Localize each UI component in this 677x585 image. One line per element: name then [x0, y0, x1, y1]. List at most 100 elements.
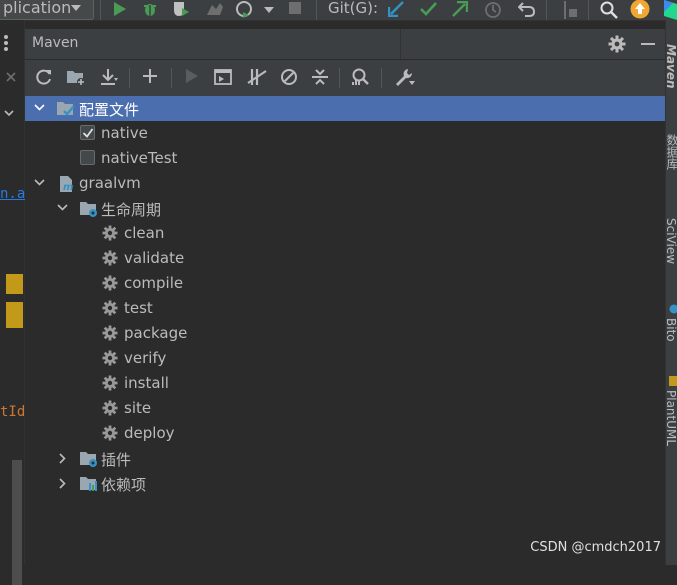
main-toolbar: plication Git(G): — [0, 0, 677, 21]
gear-icon — [102, 325, 118, 341]
add-folder-icon[interactable] — [66, 68, 86, 86]
collapse-all-icon[interactable] — [311, 68, 329, 86]
tree-node-goal-deploy[interactable]: deploy — [25, 421, 665, 446]
close-icon[interactable] — [6, 72, 16, 82]
debug-icon[interactable] — [142, 1, 158, 17]
search-icon[interactable] — [600, 1, 618, 19]
chevron-down-icon[interactable] — [57, 204, 68, 211]
tree-node-profile[interactable]: nativeTest — [25, 146, 665, 171]
tree-node-goal-package[interactable]: package — [25, 321, 665, 346]
maven-project-icon: m — [58, 175, 76, 193]
chevron-down-icon[interactable] — [264, 7, 274, 13]
plantuml-icon — [669, 376, 677, 386]
dependencies-folder-icon — [79, 475, 99, 493]
tree-node-label: 生命周期 — [101, 199, 161, 220]
gear-icon — [102, 400, 118, 416]
settings-wrench-icon[interactable] — [394, 68, 416, 88]
right-tool-window-stripe: Maven 数据库 SciView Bito PlantUML — [665, 20, 677, 565]
tree-node-goal-compile[interactable]: compile — [25, 271, 665, 296]
gear-icon — [102, 300, 118, 316]
git-commit-icon[interactable] — [420, 1, 438, 17]
toggle-offline-icon[interactable] — [247, 68, 267, 86]
header-divider — [400, 29, 401, 59]
tree-node-label: validate — [124, 249, 184, 267]
toolbar-divider — [546, 0, 547, 20]
editor-gutter: n.a tId — [0, 20, 25, 565]
tool-tab-sciview[interactable]: SciView — [665, 218, 677, 264]
tree-node-label: verify — [124, 349, 166, 367]
lifecycle-folder-icon — [79, 200, 99, 218]
tree-node-goal-install[interactable]: install — [25, 371, 665, 396]
tree-node-label: deploy — [124, 424, 175, 442]
tree-node-goal-test[interactable]: test — [25, 296, 665, 321]
gear-icon — [102, 375, 118, 391]
chevron-down-icon[interactable] — [4, 110, 14, 117]
profile-checkbox[interactable] — [80, 125, 95, 140]
git-push-icon[interactable] — [452, 1, 468, 17]
toolbar-divider — [171, 68, 172, 88]
tree-node-label: 配置文件 — [79, 99, 139, 120]
execute-goal-icon[interactable] — [214, 68, 232, 86]
maven-panel-header: Maven — [25, 29, 665, 59]
tool-tab-database[interactable]: 数据库 — [665, 134, 677, 170]
tool-tab-bito[interactable]: Bito — [665, 318, 677, 342]
git-update-icon[interactable] — [388, 1, 404, 17]
tree-node-label: site — [124, 399, 151, 417]
tool-tab-plantuml[interactable]: PlantUML — [665, 390, 677, 446]
tree-node-goal-site[interactable]: site — [25, 396, 665, 421]
tree-node-label: 依赖项 — [101, 474, 146, 495]
plus-icon[interactable] — [142, 68, 158, 84]
profile-icon[interactable] — [206, 1, 224, 17]
jetbrains-icon[interactable] — [664, 0, 677, 20]
rollback-icon[interactable] — [518, 1, 536, 17]
chevron-down-icon[interactable] — [34, 179, 45, 186]
editor-highlight-marker — [6, 274, 23, 294]
svg-text:m: m — [63, 182, 73, 193]
tree-node-label: clean — [124, 224, 164, 242]
chevron-down-icon — [71, 5, 81, 11]
tree-node-project[interactable]: m graalvm — [25, 171, 665, 196]
profile-checkbox[interactable] — [80, 150, 95, 165]
run-with-icon[interactable] — [236, 1, 254, 19]
toolbar-divider — [129, 68, 130, 88]
history-icon[interactable] — [484, 1, 502, 19]
tree-node-plugins[interactable]: 插件 — [25, 446, 665, 471]
run-configuration-selector[interactable]: plication — [0, 0, 94, 20]
stop-icon[interactable] — [288, 1, 302, 15]
run-icon[interactable] — [112, 1, 128, 17]
chevron-down-icon[interactable] — [34, 104, 45, 111]
tree-node-profiles[interactable]: 配置文件 — [25, 96, 665, 121]
editor-code-fragment: tId — [0, 404, 25, 420]
tree-node-label: graalvm — [79, 174, 141, 192]
tree-node-dependencies[interactable]: 依赖项 — [25, 471, 665, 496]
tree-node-label: compile — [124, 274, 183, 292]
editor-highlight-marker — [6, 302, 23, 328]
toolbar-divider — [381, 68, 382, 88]
minimize-icon[interactable] — [641, 43, 655, 45]
gear-icon — [102, 275, 118, 291]
gear-icon[interactable] — [608, 35, 626, 53]
tree-node-goal-validate[interactable]: validate — [25, 246, 665, 271]
tree-node-lifecycle[interactable]: 生命周期 — [25, 196, 665, 221]
editor-scrollbar[interactable] — [12, 460, 22, 585]
tree-node-label: nativeTest — [101, 149, 177, 167]
update-badge-icon[interactable] — [630, 0, 650, 19]
toolbar-divider — [588, 0, 589, 20]
download-icon[interactable] — [100, 68, 118, 86]
tree-node-goal-verify[interactable]: verify — [25, 346, 665, 371]
tool-tab-maven[interactable]: Maven — [665, 44, 677, 89]
maven-panel-title: Maven — [32, 35, 78, 51]
run-icon[interactable] — [185, 68, 199, 84]
chevron-right-icon[interactable] — [59, 453, 66, 464]
chevron-right-icon[interactable] — [59, 478, 66, 489]
branch-icon[interactable] — [560, 1, 578, 19]
reload-icon[interactable] — [35, 68, 53, 86]
skip-tests-icon[interactable] — [280, 68, 298, 86]
coverage-icon[interactable] — [172, 1, 190, 17]
watermark: CSDN @cmdch2017 — [530, 540, 661, 555]
tree-node-goal-clean[interactable]: clean — [25, 221, 665, 246]
tree-node-profile[interactable]: native — [25, 121, 665, 146]
analyze-icon[interactable] — [351, 68, 371, 86]
more-options-icon[interactable] — [3, 34, 9, 52]
git-label: Git(G): — [328, 0, 378, 17]
